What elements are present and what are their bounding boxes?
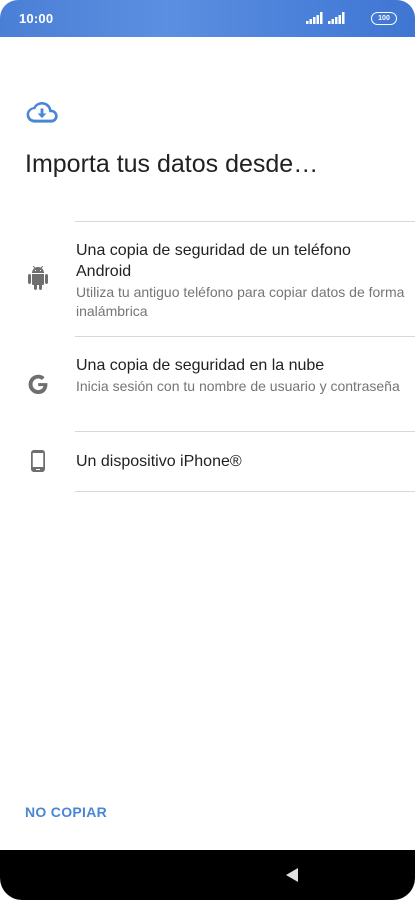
option-subtitle: Inicia sesión con tu nombre de usuario y… <box>76 378 400 394</box>
phone-screen: 10:00 100 Importa tus datos desde… Una c… <box>0 0 415 900</box>
no-copy-button[interactable]: NO COPIAR <box>25 804 107 820</box>
option-title: Una copia de seguridad de un teléfono An… <box>76 242 351 280</box>
navigation-bar <box>0 850 415 900</box>
android-icon <box>28 266 48 290</box>
status-bar: 10:00 100 <box>0 0 415 37</box>
signal-icon <box>328 12 345 24</box>
divider <box>75 491 415 492</box>
option-cloud-backup[interactable]: Una copia de seguridad en la nube Inicia… <box>0 337 415 431</box>
option-iphone[interactable]: Un dispositivo iPhone® <box>0 432 415 491</box>
cloud-download-icon <box>26 102 58 123</box>
back-triangle-icon[interactable] <box>285 867 299 883</box>
smartphone-icon <box>31 450 45 472</box>
option-android-backup[interactable]: Una copia de seguridad de un teléfono An… <box>0 222 415 336</box>
battery-icon: 100 <box>371 12 397 25</box>
option-title: Una copia de seguridad en la nube <box>76 357 325 374</box>
signal-icon <box>306 12 323 24</box>
option-subtitle: Utiliza tu antiguo teléfono para copiar … <box>76 284 405 319</box>
option-title: Un dispositivo iPhone® <box>76 453 242 470</box>
page-title: Importa tus datos desde… <box>25 150 319 178</box>
google-icon <box>28 374 48 395</box>
status-time: 10:00 <box>19 11 54 26</box>
